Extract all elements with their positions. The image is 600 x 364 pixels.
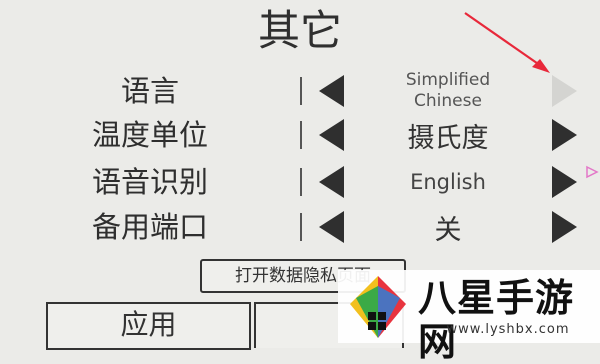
row-divider <box>300 168 302 196</box>
voice-recognition-next-button[interactable] <box>550 164 580 200</box>
triangle-left-icon <box>319 166 344 198</box>
voice-recognition-previous-button[interactable] <box>316 164 346 200</box>
red-arrow-icon <box>464 12 550 73</box>
setting-row-backup-port: 备用端口 关 <box>0 207 600 247</box>
setting-label-backup-port: 备用端口 <box>91 210 208 244</box>
language-previous-button[interactable] <box>316 73 346 109</box>
setting-label-language: 语言 <box>120 74 179 108</box>
watermark-url: www.lyshbx.com <box>446 322 570 337</box>
backup-port-previous-button[interactable] <box>316 209 346 245</box>
backup-port-next-button[interactable] <box>550 209 580 245</box>
row-divider <box>300 213 302 241</box>
setting-label-voice-recognition: 语音识别 <box>91 165 208 199</box>
row-divider <box>300 121 302 149</box>
voice-recognition-value: English <box>410 170 486 194</box>
triangle-left-icon <box>319 75 344 107</box>
temperature-unit-next-button[interactable] <box>550 117 580 153</box>
setting-label-temperature-unit: 温度单位 <box>91 118 208 152</box>
watermark-logo-icon <box>350 276 406 338</box>
triangle-right-icon <box>552 119 577 151</box>
setting-row-temperature-unit: 温度单位 摄氏度 <box>0 115 600 155</box>
watermark-title: 八星手游网 <box>418 276 575 364</box>
temperature-unit-value: 摄氏度 <box>407 122 489 154</box>
row-divider <box>300 77 302 105</box>
cursor-icon <box>586 165 599 179</box>
triangle-left-icon <box>319 211 344 243</box>
triangle-left-icon <box>319 119 344 151</box>
triangle-right-icon <box>552 211 577 243</box>
watermark: 八星手游网 www.lyshbx.com <box>338 270 600 364</box>
triangle-right-icon <box>552 166 577 198</box>
setting-row-voice-recognition: 语音识别 English <box>0 162 600 202</box>
backup-port-value: 关 <box>434 214 462 246</box>
temperature-unit-previous-button[interactable] <box>316 117 346 153</box>
